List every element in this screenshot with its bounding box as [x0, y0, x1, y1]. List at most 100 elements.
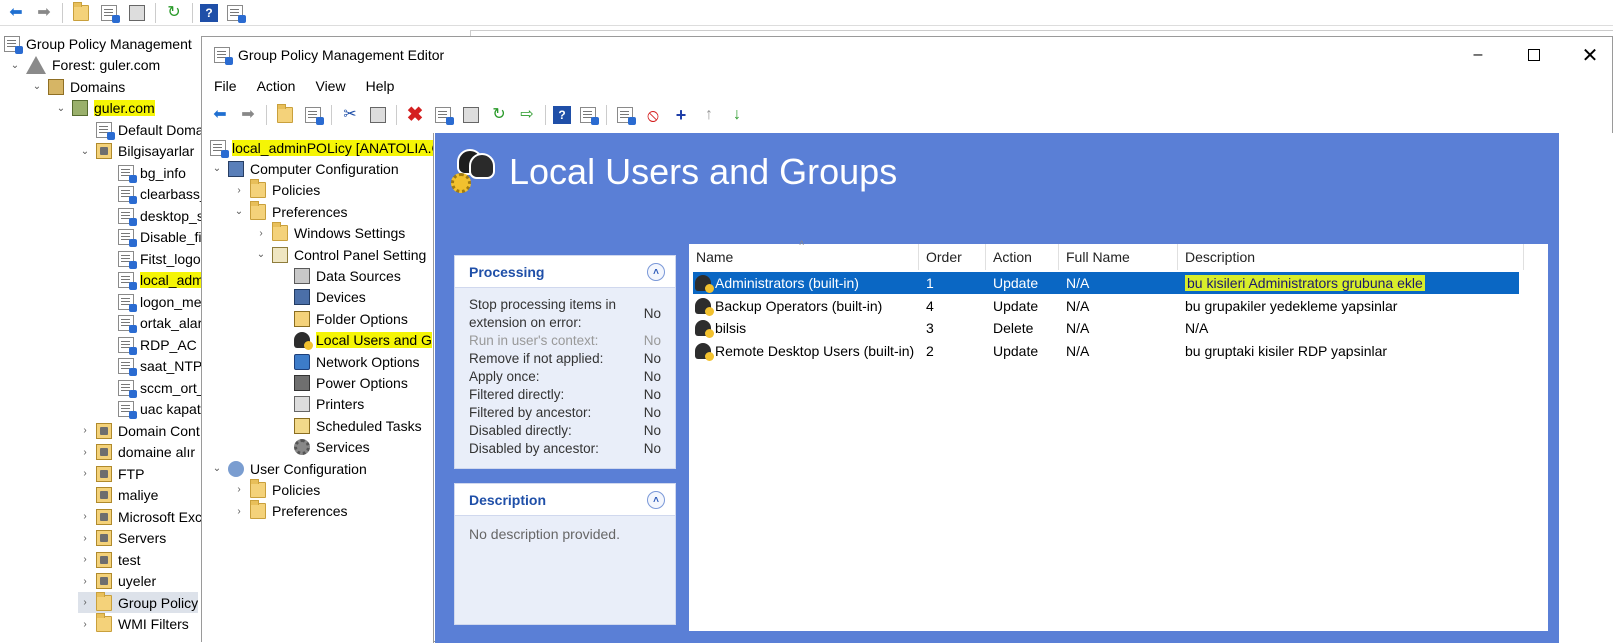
editor-tree-item[interactable]: ⌄ Control Panel Setting	[254, 244, 426, 265]
outer-tree-item[interactable]: bg_info	[100, 162, 186, 183]
chevron-right-icon[interactable]: ›	[232, 185, 246, 196]
chevron-down-icon[interactable]: ⌄	[210, 463, 224, 474]
copy-icon[interactable]	[367, 104, 389, 126]
outer-tree-item[interactable]: ortak_alar	[100, 313, 202, 334]
outer-tree-item[interactable]: sccm_ort_	[100, 377, 205, 398]
delete-icon[interactable]: ✖	[404, 104, 426, 126]
new-item-icon[interactable]	[614, 104, 636, 126]
show-hide-tree-icon[interactable]	[98, 2, 120, 24]
forward-arrow-icon[interactable]: ➡	[237, 104, 259, 126]
menu-action[interactable]: Action	[257, 78, 296, 94]
chevron-right-icon[interactable]: ›	[78, 554, 92, 565]
cut-icon[interactable]: ✂	[339, 104, 361, 126]
editor-tree-item[interactable]: › Policies	[232, 179, 320, 201]
outer-tree-item[interactable]: uac kapat	[100, 399, 201, 420]
show-hide-tree-icon[interactable]	[302, 104, 324, 126]
table-row[interactable]: bilsis 3 Delete N/A N/A	[693, 317, 1519, 339]
outer-tree-item[interactable]: Fitst_logo	[100, 248, 201, 269]
show-pane-icon[interactable]	[577, 104, 599, 126]
editor-tree-item[interactable]: Data Sources	[276, 265, 401, 286]
chevron-right-icon[interactable]: ›	[78, 619, 92, 630]
minimize-button[interactable]: –	[1466, 43, 1490, 67]
column-header-action[interactable]: Action	[986, 244, 1059, 270]
table-row[interactable]: Backup Operators (built-in) 4 Update N/A bu …	[693, 295, 1519, 317]
outer-tree-item[interactable]: logon_me	[100, 291, 202, 312]
export-icon[interactable]: ⇨	[516, 104, 538, 126]
collapse-chevron-icon[interactable]: ˄	[647, 263, 665, 281]
chevron-down-icon[interactable]: ⌄	[210, 163, 224, 174]
editor-tree-item[interactable]: Printers	[276, 394, 364, 415]
outer-tree-item[interactable]: Default Doma	[78, 119, 204, 140]
back-arrow-icon[interactable]: ⬅	[209, 104, 231, 126]
outer-tree-item[interactable]: ⌄ Bilgisayarlar	[78, 141, 194, 162]
editor-tree-item[interactable]: › Preferences	[232, 500, 347, 522]
outer-tree-item[interactable]: clearbass_	[100, 184, 205, 205]
outer-tree-item[interactable]: desktop_s	[100, 205, 204, 226]
outer-tree-item[interactable]: Disable_fi	[100, 227, 201, 248]
chevron-right-icon[interactable]: ›	[78, 447, 92, 458]
editor-tree-item[interactable]: local_adminPOLicy [ANATOLIA.GU	[202, 137, 433, 158]
move-down-icon[interactable]: ↓	[726, 104, 748, 126]
editor-tree-item[interactable]: › Policies	[232, 478, 320, 500]
outer-tree-item[interactable]: › Servers	[78, 528, 166, 549]
up-folder-icon[interactable]	[274, 104, 296, 126]
editor-tree-item[interactable]: Scheduled Tasks	[276, 415, 422, 436]
editor-tree-item[interactable]: ⌄ Preferences	[232, 200, 347, 222]
properties-icon[interactable]	[432, 104, 454, 126]
chevron-right-icon[interactable]: ›	[232, 506, 246, 517]
outer-tree-item[interactable]: saat_NTP	[100, 356, 202, 377]
outer-tree-item[interactable]: ⌄ Domains	[30, 76, 125, 97]
maximize-button[interactable]	[1522, 43, 1546, 67]
chevron-down-icon[interactable]: ⌄	[30, 81, 44, 92]
help-icon[interactable]: ?	[200, 3, 218, 22]
chevron-right-icon[interactable]: ›	[78, 597, 92, 608]
column-header-order[interactable]: Order	[919, 244, 986, 270]
outer-tree-item[interactable]: › Group Policy	[78, 591, 199, 613]
editor-tree-item[interactable]: Network Options	[276, 351, 419, 372]
menu-view[interactable]: View	[315, 78, 345, 94]
table-row[interactable]: Remote Desktop Users (built-in) 2 Update N/…	[693, 340, 1519, 362]
chevron-right-icon[interactable]: ›	[254, 228, 268, 239]
editor-tree-item[interactable]: Power Options	[276, 372, 408, 393]
outer-tree-item[interactable]: maliye	[78, 485, 158, 506]
clipboard-icon[interactable]	[126, 2, 148, 24]
outer-tree-item[interactable]: › domaine alır	[78, 442, 195, 463]
outer-tree-item[interactable]: › Microsoft Exc	[78, 506, 202, 527]
chevron-right-icon[interactable]: ›	[232, 484, 246, 495]
print-icon[interactable]	[460, 104, 482, 126]
chevron-right-icon[interactable]: ›	[78, 425, 92, 436]
outer-tree-item[interactable]: ⌄ Forest: guler.com	[8, 55, 160, 76]
close-button[interactable]: ✕	[1578, 43, 1602, 67]
outer-tree-item[interactable]: › WMI Filters	[78, 613, 189, 635]
outer-tree-item[interactable]: › FTP	[78, 463, 144, 484]
outer-tree-item[interactable]: › test	[78, 549, 141, 570]
chevron-right-icon[interactable]: ›	[78, 533, 92, 544]
chevron-down-icon[interactable]: ⌄	[254, 249, 268, 260]
column-header-description[interactable]: Description	[1178, 244, 1524, 270]
add-icon[interactable]: +	[670, 104, 692, 126]
refresh-icon[interactable]: ↻	[163, 2, 185, 24]
column-header-full-name[interactable]: Full Name	[1059, 244, 1178, 270]
menu-file[interactable]: File	[214, 78, 237, 94]
processing-header[interactable]: Processing ˄	[455, 256, 675, 288]
chevron-down-icon[interactable]: ⌄	[78, 146, 92, 157]
chevron-down-icon[interactable]: ⌄	[8, 60, 22, 71]
move-up-icon[interactable]: ↑	[698, 104, 720, 126]
editor-tree-item[interactable]: Devices	[276, 287, 366, 308]
editor-tree-item[interactable]: ⌄ User Configuration	[210, 458, 367, 479]
outer-tree-item[interactable]: Group Policy Management	[4, 33, 192, 54]
up-folder-icon[interactable]	[70, 1, 92, 24]
table-row[interactable]: Administrators (built-in) 1 Update N/A bu ki…	[693, 272, 1519, 294]
outer-tree-item[interactable]: local_adm	[100, 270, 204, 291]
description-header[interactable]: Description ˄	[455, 484, 675, 516]
editor-tree-item[interactable]: Services	[276, 437, 370, 458]
block-icon[interactable]: ⦸	[642, 104, 664, 126]
menu-help[interactable]: Help	[366, 78, 395, 94]
chevron-down-icon[interactable]: ⌄	[232, 206, 246, 217]
outer-tree-item[interactable]: RDP_AC	[100, 334, 197, 355]
chevron-down-icon[interactable]: ⌄	[54, 103, 68, 114]
editor-tree-item[interactable]: › Windows Settings	[254, 222, 405, 244]
forward-arrow-icon[interactable]: ➡	[33, 2, 55, 24]
help-icon[interactable]: ?	[553, 106, 571, 124]
back-arrow-icon[interactable]: ⬅	[5, 2, 27, 24]
